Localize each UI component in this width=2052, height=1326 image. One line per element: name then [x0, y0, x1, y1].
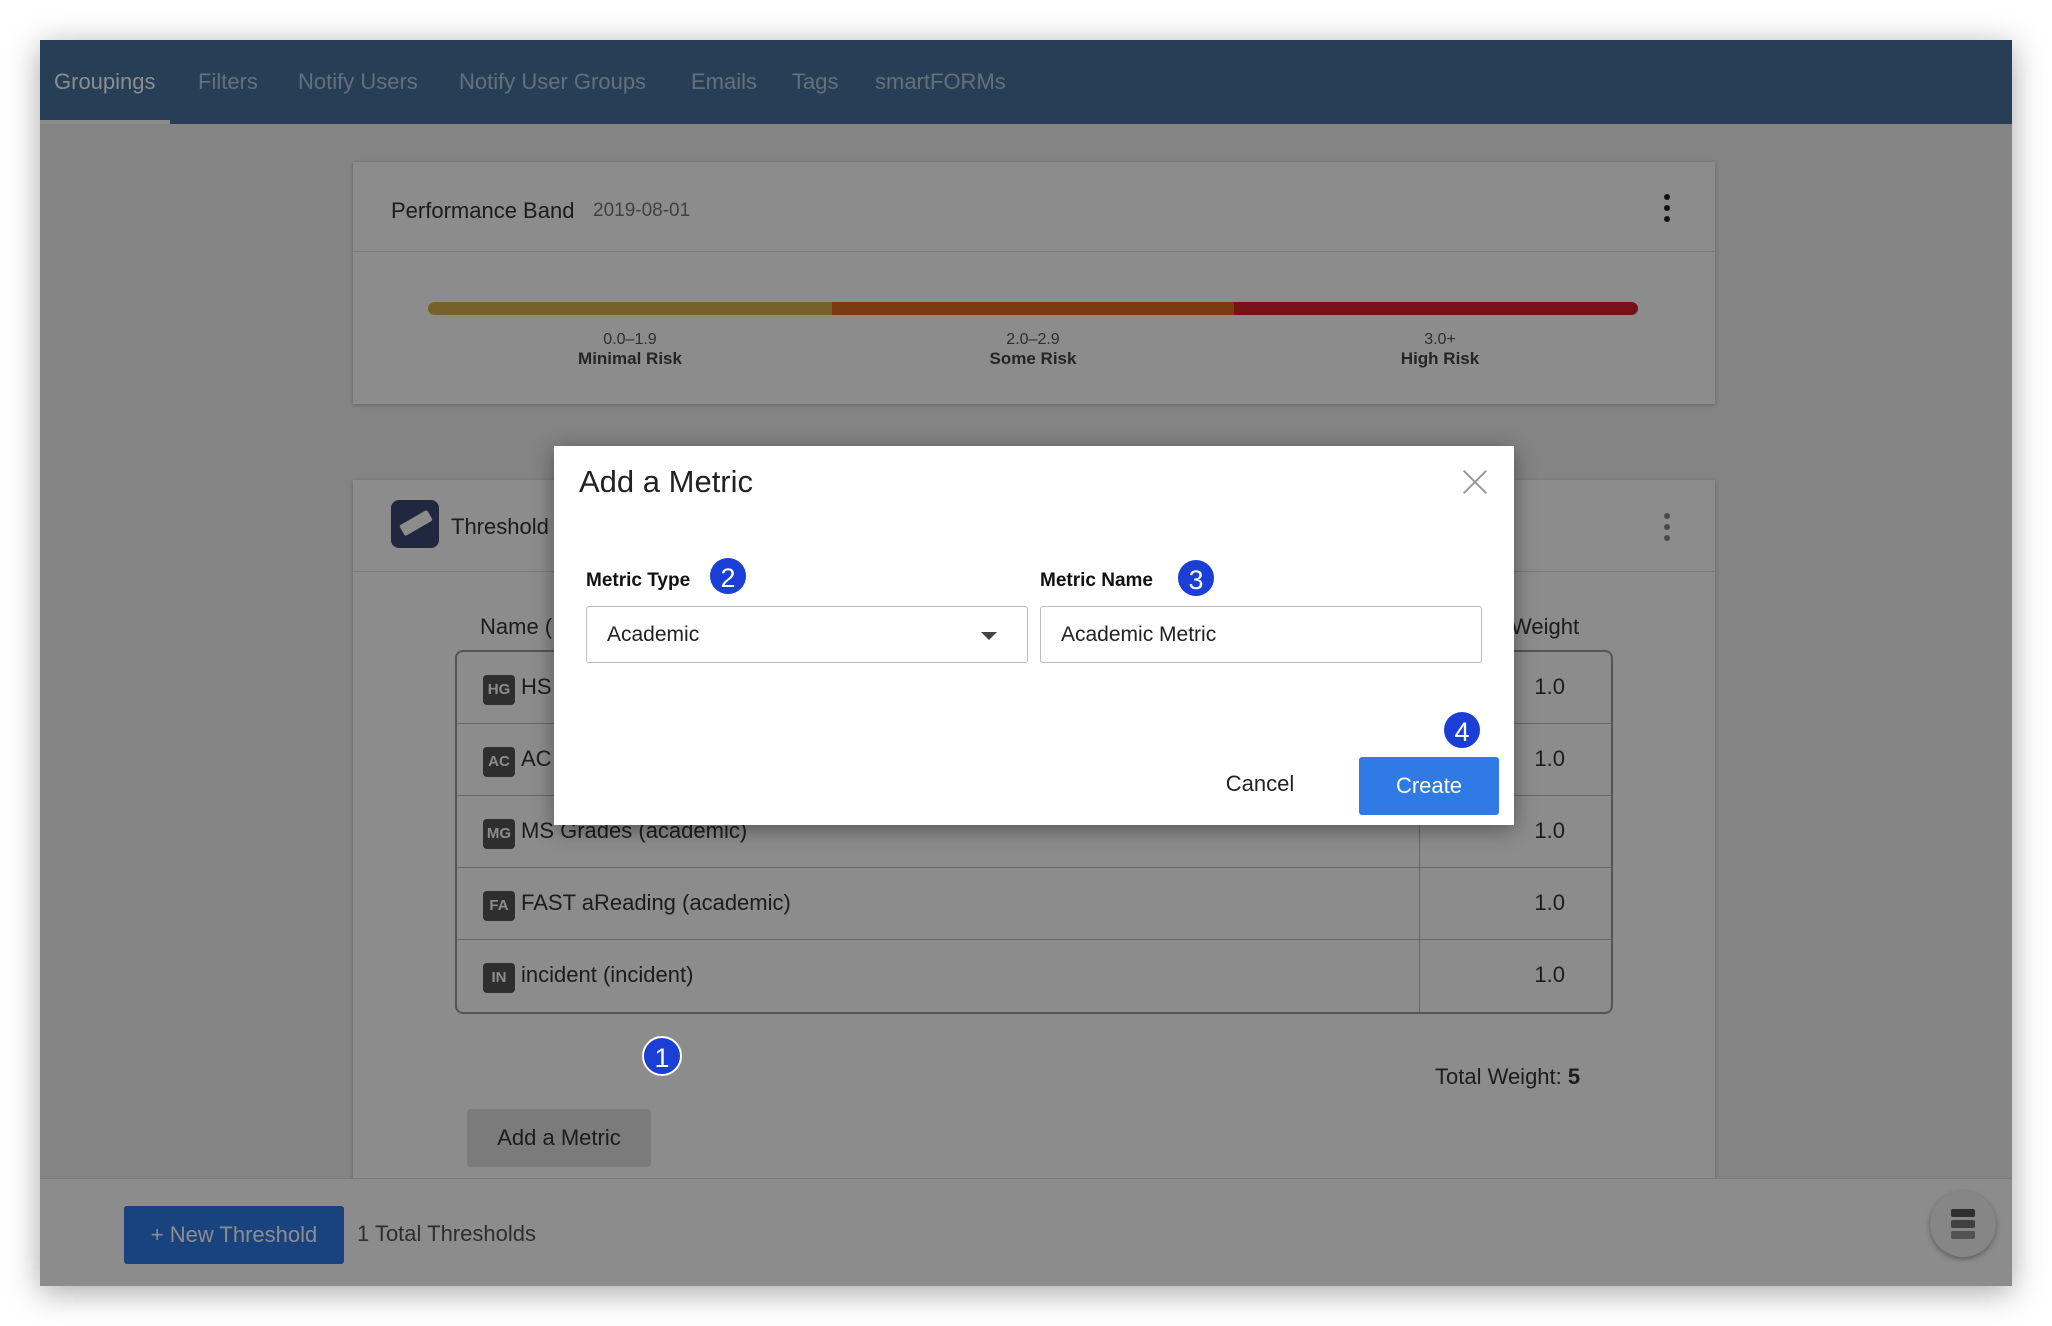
metric-type-select[interactable]: Academic — [586, 606, 1028, 663]
metric-type-value: Academic — [607, 623, 700, 646]
dialog-title: Add a Metric — [579, 464, 754, 499]
create-button[interactable]: Create — [1359, 757, 1499, 815]
metric-name-value: Academic Metric — [1061, 623, 1217, 646]
app-window: Groupings Filters Notify Users Notify Us… — [40, 40, 2012, 1286]
cancel-button[interactable]: Cancel — [1204, 764, 1316, 804]
chevron-down-icon — [981, 632, 997, 640]
metric-name-input[interactable]: Academic Metric — [1040, 606, 1482, 663]
metric-type-label: Metric Type — [586, 570, 691, 591]
step-badge-2: 2 — [708, 556, 748, 596]
step-badge-1: 1 — [642, 1036, 682, 1076]
close-icon[interactable] — [1460, 468, 1490, 498]
add-metric-dialog: Add a Metric Metric Type Academic Metric… — [554, 446, 1514, 825]
step-badge-3: 3 — [1176, 558, 1216, 598]
metric-name-label: Metric Name — [1040, 570, 1153, 591]
step-badge-4: 4 — [1442, 710, 1482, 750]
